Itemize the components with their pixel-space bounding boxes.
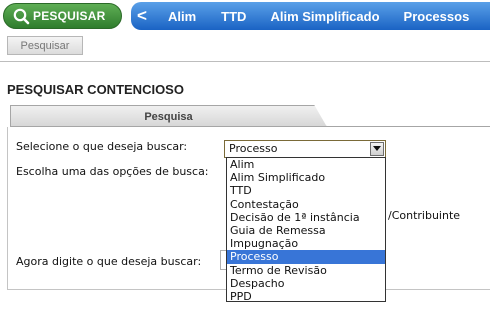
search-type-select[interactable]: Processo [224,140,386,158]
dropdown-option-alim-simplificado[interactable]: Alim Simplificado [227,171,385,184]
select-prompt-label: Selecione o que deseja buscar: [16,140,188,153]
select-current-value: Processo [229,142,278,155]
nav-item-processos[interactable]: Processos [404,9,470,24]
dropdown-option-ttd[interactable]: TTD [227,184,385,197]
search-prompt-label: Agora digite o que deseja buscar: [16,255,202,268]
dropdown-option-termo-de-revisao[interactable]: Termo de Revisão [227,264,385,277]
dropdown-arrow-button[interactable] [370,142,384,156]
dropdown-option-impugnacao[interactable]: Impugnação [227,237,385,250]
page-title: PESQUISAR CONTENCIOSO [7,82,184,97]
select-dropdown-list: Alim Alim Simplificado TTD Contestação D… [226,157,386,303]
nav-item-ttd[interactable]: TTD [221,9,246,24]
pesquisar-nav-button[interactable]: PESQUISAR [3,3,122,29]
search-icon [12,7,30,25]
back-chevron-icon[interactable]: < [137,6,157,26]
top-navigation: PESQUISAR < Alim TTD Alim Simplificado P… [0,0,490,34]
contribuinte-option-label: /Contribuinte [388,209,461,222]
dropdown-option-processo[interactable]: Processo [227,250,385,264]
chevron-down-icon [373,146,381,151]
pesquisar-nav-label: PESQUISAR [33,9,106,23]
dropdown-option-guia-de-remessa[interactable]: Guia de Remessa [227,224,385,237]
nav-item-alim-simplificado[interactable]: Alim Simplificado [270,9,379,24]
dropdown-option-contestacao[interactable]: Contestação [227,198,385,211]
main-nav-bar: < Alim TTD Alim Simplificado Processos [131,2,490,30]
dropdown-option-decisao[interactable]: Decisão de 1ª instância [227,211,385,224]
options-prompt-label: Escolha uma das opções de busca: [16,165,209,178]
divider [0,61,490,62]
nav-item-alim[interactable]: Alim [168,9,196,24]
tab-pesquisa[interactable]: Pesquisa [10,105,327,127]
dropdown-option-ppd[interactable]: PPD [227,290,385,303]
dropdown-option-despacho[interactable]: Despacho [227,277,385,290]
pesquisar-button[interactable]: Pesquisar [7,36,83,55]
dropdown-option-alim[interactable]: Alim [227,158,385,171]
